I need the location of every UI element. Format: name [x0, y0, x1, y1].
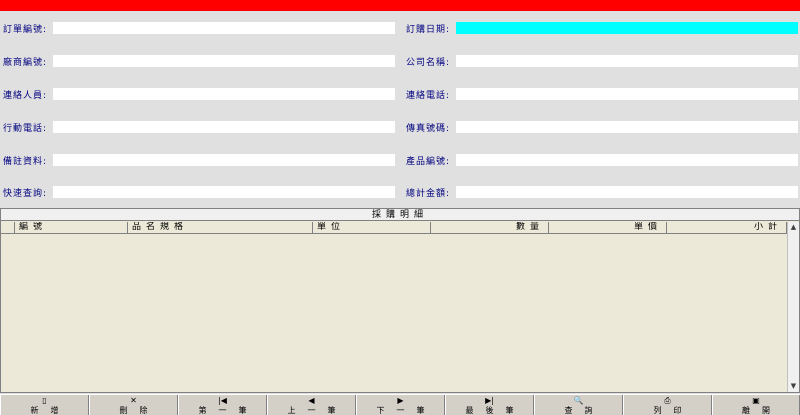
column-header-quantity[interactable]: 數量 [431, 222, 549, 234]
detail-table-body[interactable] [1, 235, 787, 392]
company-name-field[interactable] [456, 55, 798, 67]
first-record-icon: |◀ [218, 396, 227, 405]
order-date-field[interactable] [456, 22, 798, 34]
contact-phone-row: 連絡電話: [406, 87, 798, 101]
column-header-number[interactable]: 編號 [15, 222, 128, 234]
scroll-down-icon[interactable]: ▼ [788, 381, 799, 392]
column-header-product-spec[interactable]: 品名規格 [128, 222, 313, 234]
company-name-label: 公司名稱: [406, 57, 451, 68]
row-selector-header [1, 222, 15, 234]
quick-search-row: 快速查詢: [3, 185, 395, 199]
fax-number-field[interactable] [456, 121, 798, 133]
contact-person-label: 連絡人員: [3, 90, 48, 101]
print-button-label: 列印 [653, 406, 694, 415]
contact-person-row: 連絡人員: [3, 87, 395, 101]
last-record-icon: ▶| [485, 396, 494, 405]
remarks-row: 備註資料: [3, 153, 395, 167]
search-button[interactable]: 🔍 查詢 [534, 395, 623, 415]
next-record-button[interactable]: ▶ 下一筆 [356, 395, 445, 415]
remarks-field[interactable] [53, 154, 395, 166]
fax-number-row: 傳真號碼: [406, 120, 798, 134]
search-button-label: 查詢 [564, 406, 605, 415]
order-number-row: 訂單編號: [3, 21, 395, 35]
delete-button[interactable]: ✕ 刪除 [89, 395, 178, 415]
save-disk-icon: ▣ [752, 396, 760, 405]
previous-record-button-label: 上一筆 [287, 406, 348, 415]
vendor-number-field[interactable] [53, 55, 395, 67]
order-number-label: 訂單編號: [3, 24, 48, 35]
order-date-row: 訂購日期: [406, 21, 798, 35]
vendor-number-label: 廠商編號: [3, 57, 48, 68]
first-record-button-label: 第一筆 [198, 406, 259, 415]
delete-x-icon: ✕ [130, 396, 137, 405]
mobile-phone-label: 行動電話: [3, 123, 48, 134]
contact-phone-field[interactable] [456, 88, 798, 100]
mobile-phone-field[interactable] [53, 121, 395, 133]
detail-table-header: 編號 品名規格 單位 數量 單價 小計 [1, 222, 787, 234]
total-amount-row: 總計金額: [406, 185, 798, 199]
order-number-field[interactable] [53, 22, 395, 34]
remarks-label: 備註資料: [3, 156, 48, 167]
last-record-button-label: 最後筆 [465, 406, 526, 415]
print-button[interactable]: ⎙ 列印 [623, 395, 712, 415]
title-bar [0, 0, 800, 11]
previous-record-icon: ◀ [308, 396, 315, 405]
contact-phone-label: 連絡電話: [406, 90, 451, 101]
first-record-button[interactable]: |◀ 第一筆 [178, 395, 267, 415]
order-date-label: 訂購日期: [406, 24, 451, 35]
contact-person-field[interactable] [53, 88, 395, 100]
exit-button[interactable]: ▣ 離開 [712, 395, 800, 415]
purchase-detail-title: 採購明細 [1, 209, 799, 221]
scroll-up-icon[interactable]: ▲ [788, 222, 799, 233]
total-amount-field[interactable] [456, 186, 798, 198]
printer-icon: ⎙ [664, 396, 671, 405]
exit-button-label: 離開 [742, 406, 782, 415]
vendor-number-row: 廠商編號: [3, 54, 395, 68]
fax-number-label: 傳真號碼: [406, 123, 451, 134]
next-record-icon: ▶ [397, 396, 404, 405]
previous-record-button[interactable]: ◀ 上一筆 [267, 395, 356, 415]
product-number-row: 產品編號: [406, 153, 798, 167]
purchase-detail-panel: 採購明細 編號 品名規格 單位 數量 單價 小計 ▲ ▼ [0, 208, 800, 393]
quick-search-field[interactable] [53, 186, 395, 198]
column-header-unit[interactable]: 單位 [313, 222, 431, 234]
quick-search-label: 快速查詢: [3, 188, 48, 199]
total-amount-label: 總計金額: [406, 188, 451, 199]
mobile-phone-row: 行動電話: [3, 120, 395, 134]
search-document-icon: 🔍 [573, 396, 584, 405]
add-button-label: 新增 [30, 406, 71, 415]
vertical-scrollbar[interactable]: ▲ ▼ [787, 222, 799, 392]
product-number-label: 產品編號: [406, 156, 451, 167]
delete-button-label: 刪除 [119, 406, 160, 415]
new-document-icon: ▯ [42, 396, 47, 405]
order-form: 訂單編號: 廠商編號: 連絡人員: 行動電話: 備註資料: 快速查詢: 訂購日期… [0, 11, 800, 207]
add-button[interactable]: ▯ 新增 [0, 395, 89, 415]
company-name-row: 公司名稱: [406, 54, 798, 68]
column-header-unit-price[interactable]: 單價 [549, 222, 667, 234]
column-header-subtotal[interactable]: 小計 [667, 222, 787, 234]
last-record-button[interactable]: ▶| 最後筆 [445, 395, 534, 415]
action-toolbar: ▯ 新增 ✕ 刪除 |◀ 第一筆 ◀ 上一筆 ▶ 下一筆 ▶| 最後筆 🔍 查詢… [0, 394, 800, 415]
product-number-field[interactable] [456, 154, 798, 166]
next-record-button-label: 下一筆 [376, 406, 437, 415]
